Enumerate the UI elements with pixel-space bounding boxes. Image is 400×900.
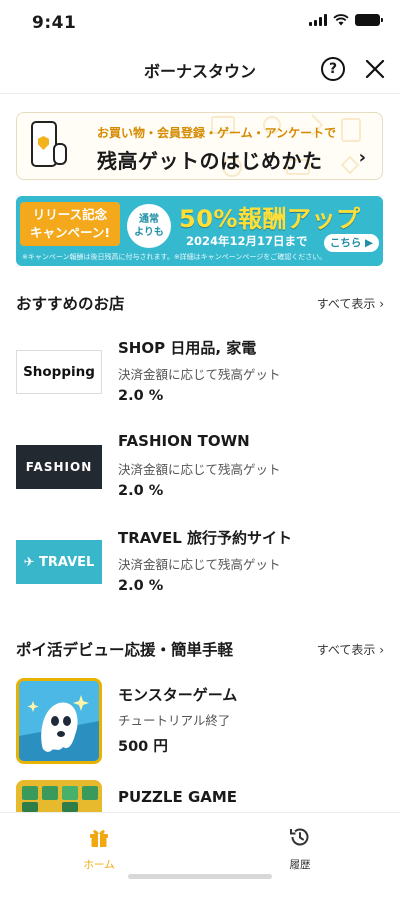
shop-desc: 決済金額に応じて残高ゲット (118, 462, 281, 477)
see-all-poikatsu[interactable]: すべて表示 › (317, 641, 384, 658)
shop-item[interactable]: ✈ TRAVEL TRAVEL 旅行予約サイト 決済金額に応じて残高ゲット 2.… (16, 527, 384, 611)
badge-line1: 通常 (139, 214, 159, 225)
status-time: 9:41 (32, 13, 77, 33)
nav-item-history[interactable]: 履歴 (240, 825, 360, 872)
shop-rate: 2.0 % (118, 578, 164, 594)
signal-icon (309, 14, 327, 26)
history-icon (290, 828, 309, 846)
campaign-banner[interactable]: リリース記念 キャンペーン! 通常 よりも 50%報酬アップ 2024年12月1… (16, 196, 383, 266)
bottom-nav: ホーム 履歴 (0, 812, 400, 900)
home-indicator (128, 874, 272, 879)
guide-subtitle: お買い物・会員登録・ゲーム・アンケートで (97, 126, 337, 140)
shop-desc: 決済金額に応じて残高ゲット (118, 557, 281, 572)
campaign-badge: 通常 よりも (127, 204, 171, 248)
wifi-icon (333, 14, 349, 26)
help-button[interactable]: ? (321, 57, 345, 81)
puzzle-tiles-icon (16, 780, 102, 812)
campaign-label: リリース記念 キャンペーン! (20, 202, 120, 246)
battery-icon (355, 14, 383, 26)
shop-item[interactable]: Shopping SHOP 日用品, 家電 決済金額に応じて残高ゲット 2.0 … (16, 337, 384, 421)
game-desc: チュートリアル終了 (118, 713, 231, 728)
monster-game-icon (16, 678, 102, 764)
app-header: ボーナスタウン ? (0, 46, 400, 94)
campaign-label-line1: リリース記念 (32, 207, 108, 222)
shop-logo-travel: ✈ TRAVEL (16, 540, 102, 584)
game-name: PUZZLE GAME (118, 788, 238, 806)
nav-label-home: ホーム (83, 859, 115, 871)
shop-desc: 決済金額に応じて残高ゲット (118, 367, 281, 382)
gift-icon (90, 830, 108, 847)
nav-label-history: 履歴 (289, 859, 311, 871)
guide-title: 残高ゲットのはじめかた (97, 149, 323, 173)
puzzle-game-icon (16, 780, 102, 812)
ghost-icon (19, 681, 99, 761)
badge-line2: よりも (134, 227, 164, 238)
shop-logo-shopping: Shopping (16, 350, 102, 394)
close-icon[interactable] (362, 56, 388, 82)
chevron-right-icon: › (358, 147, 366, 168)
game-item[interactable]: モンスターゲーム チュートリアル終了 500 円 (16, 678, 384, 764)
status-bar: 9:41 (0, 0, 400, 46)
campaign-date: 2024年12月17日まで (186, 234, 308, 248)
game-reward: 500 円 (118, 739, 168, 755)
shop-name: SHOP 日用品, 家電 (118, 339, 257, 357)
campaign-headline: 50%報酬アップ (179, 205, 361, 233)
shop-name: TRAVEL 旅行予約サイト (118, 529, 293, 547)
shop-name: FASHION TOWN (118, 432, 250, 450)
shop-rate: 2.0 % (118, 483, 164, 499)
campaign-note: ※キャンペーン報酬は後日残高に付与されます。※詳細はキャンペーンページをご確認く… (22, 253, 327, 261)
hand-icon (53, 143, 67, 165)
shop-item[interactable]: FASHION FASHION TOWN 決済金額に応じて残高ゲット 2.0 % (16, 432, 384, 516)
see-all-recommended[interactable]: すべて表示 › (317, 295, 384, 312)
shop-rate: 2.0 % (118, 388, 164, 404)
guide-banner[interactable]: お買い物・会員登録・ゲーム・アンケートで 残高ゲットのはじめかた › (16, 112, 383, 180)
game-name: モンスターゲーム (118, 686, 238, 704)
section-title-poikatsu: ポイ活デビュー応援・簡単手軽 (16, 641, 234, 659)
shop-logo-fashion: FASHION (16, 445, 102, 489)
status-icons (309, 14, 383, 26)
campaign-label-line2: キャンペーン! (29, 225, 111, 240)
nav-item-home[interactable]: ホーム (39, 825, 159, 872)
section-title-recommended: おすすめのお店 (16, 295, 125, 313)
campaign-details-button[interactable]: こちら ▶ (324, 234, 379, 252)
game-item[interactable]: PUZZLE GAME (16, 780, 384, 812)
